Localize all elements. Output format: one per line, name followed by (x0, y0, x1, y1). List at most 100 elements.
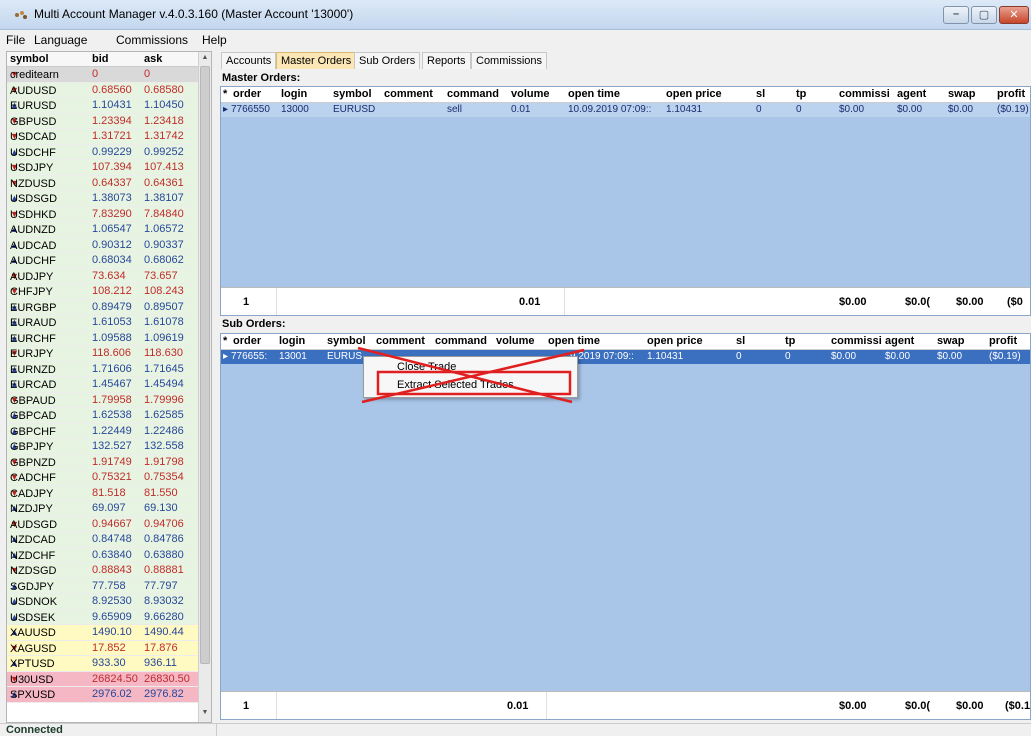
quote-row[interactable]: ▲ EURAUD 1.61053 1.61078 (7, 315, 199, 331)
quote-row[interactable]: ▼ AUDSGD 0.94667 0.94706 (7, 516, 199, 532)
quotes-header-ask[interactable]: ask (144, 53, 162, 65)
quote-ask: 77.797 (144, 579, 178, 592)
quote-row[interactable]: ▲ GBPCHF 1.22449 1.22486 (7, 423, 199, 439)
sub-col-open-time[interactable]: open time (548, 335, 600, 347)
quote-row[interactable]: ▲ EURNZD 1.71606 1.71645 (7, 361, 199, 377)
menu-help[interactable]: Help (202, 33, 227, 47)
menu-file[interactable]: File (6, 33, 25, 47)
quote-row[interactable]: ▲ AUDCHF 0.68034 0.68062 (7, 253, 199, 269)
tab-master-orders[interactable]: Master Orders (276, 52, 357, 69)
tab-commissions[interactable]: Commissions (471, 52, 548, 69)
quote-row[interactable]: ▲ EURUSD 1.10431 1.10450 (7, 98, 199, 114)
tab-sub-orders[interactable]: Sub Orders (354, 52, 421, 69)
title-bar[interactable]: Multi Account Manager v.4.0.3.160 (Maste… (0, 0, 1031, 30)
sub-col-symbol[interactable]: symbol (327, 335, 366, 347)
quote-row[interactable]: ▼ USDJPY 107.394 107.413 (7, 160, 199, 176)
master-col-command[interactable]: command (447, 88, 499, 100)
close-trade-menu-item[interactable]: Close Trade (397, 361, 456, 373)
quote-row[interactable]: ▲ SGDJPY 77.758 77.797 (7, 578, 199, 594)
quote-row[interactable]: ▼ AUDUSD 0.68560 0.68580 (7, 82, 199, 98)
sub-col-open-price[interactable]: open price (647, 335, 703, 347)
master-col-volume[interactable]: volume (511, 88, 550, 100)
extract-selected-trades-menu-item[interactable]: Extract Selected Trades (397, 379, 514, 391)
scrollbar-thumb[interactable] (200, 66, 210, 664)
minimize-button[interactable]: – (943, 6, 969, 24)
quote-row[interactable]: ▼ NZDSGD 0.88843 0.88881 (7, 563, 199, 579)
sub-col-command[interactable]: command (435, 335, 487, 347)
sub-col-tp[interactable]: tp (785, 335, 795, 347)
quote-row[interactable]: ▼ USDHKD 7.83290 7.84840 (7, 206, 199, 222)
master-col-comment[interactable]: comment (384, 88, 433, 100)
sub-col-sl[interactable]: sl (736, 335, 745, 347)
quote-symbol-label: NZDCHF (10, 549, 56, 562)
sub-col-profit[interactable]: profit (989, 335, 1017, 347)
quotes-header-bid[interactable]: bid (92, 53, 109, 65)
quote-symbol-label: EURNZD (10, 363, 56, 376)
quote-row[interactable]: ▲ EURCHF 1.09588 1.09619 (7, 330, 199, 346)
quote-row[interactable]: ▼ U30USD 26824.50 26830.50 (7, 671, 199, 687)
quote-row[interactable]: ▼ XAGUSD 17.852 17.876 (7, 640, 199, 656)
quote-row[interactable]: ▼ GBPNZD 1.91749 1.91798 (7, 454, 199, 470)
quote-ask: 1490.44 (144, 626, 184, 638)
quote-row[interactable]: ▼ USDCAD 1.31721 1.31742 (7, 129, 199, 145)
sub-col-volume[interactable]: volume (496, 335, 535, 347)
quotes-header-symbol[interactable]: symbol (10, 53, 49, 65)
sub-col-login[interactable]: login (279, 335, 305, 347)
master-order-row[interactable]: ▸ 7766550 13000 EURUSD sell 0.01 10.09.2… (221, 103, 1030, 117)
master-col-order[interactable]: order (233, 88, 261, 100)
close-button[interactable]: ✕ (999, 6, 1029, 24)
quote-row[interactable]: ▼ CADJPY 81.518 81.550 (7, 485, 199, 501)
quote-row[interactable]: ▼ CADCHF 0.75321 0.75354 (7, 470, 199, 486)
scroll-up-icon[interactable]: ▲ (199, 54, 211, 61)
quote-row[interactable]: ▲ AUDNZD 1.06547 1.06572 (7, 222, 199, 238)
master-col-swap[interactable]: swap (948, 88, 976, 100)
quote-symbol-label: U30USD (10, 673, 54, 686)
quote-row[interactable]: ▼ EURJPY 118.606 118.630 (7, 346, 199, 362)
tab-accounts[interactable]: Accounts (221, 52, 277, 69)
quote-row[interactable]: ▲ SPXUSD 2976.02 2976.82 (7, 687, 199, 703)
quote-row[interactable]: ▲ USDSGD 1.38073 1.38107 (7, 191, 199, 207)
quote-row[interactable]: ▲ GBPCAD 1.62538 1.62585 (7, 408, 199, 424)
sub-footer-profit: ($0.1 (1005, 700, 1031, 712)
quote-row[interactable]: ▼ GBPAUD 1.79958 1.79996 (7, 392, 199, 408)
quote-row[interactable]: ▲ NZDJPY 69.097 69.130 (7, 501, 199, 517)
sub-col-comment[interactable]: comment (376, 335, 425, 347)
quote-row[interactable]: ▲ USDCHF 0.99229 0.99252 (7, 144, 199, 160)
quote-row[interactable]: ▲ XPTUSD 933.30 936.11 (7, 656, 199, 672)
master-col-open-price[interactable]: open price (666, 88, 722, 100)
menu-language[interactable]: Language (34, 33, 87, 47)
menu-commissions[interactable]: Commissions (116, 33, 188, 47)
quote-row[interactable]: ▼ CHFJPY 108.212 108.243 (7, 284, 199, 300)
quote-row[interactable]: ▲ XAUUSD 1490.10 1490.44 (7, 625, 199, 641)
scroll-down-icon[interactable]: ▼ (199, 709, 211, 716)
master-col-marker: * (223, 88, 228, 100)
sub-col-swap[interactable]: swap (937, 335, 965, 347)
master-col-commission[interactable]: commissi (839, 88, 890, 100)
sub-col-order[interactable]: order (233, 335, 261, 347)
quote-row[interactable]: ▼ NZDUSD 0.64337 0.64361 (7, 175, 199, 191)
master-col-symbol[interactable]: symbol (333, 88, 372, 100)
quote-row[interactable]: ▼ creditearn 0 0 (7, 67, 199, 83)
tab-reports[interactable]: Reports (422, 52, 471, 69)
sub-order-row[interactable]: ▸ 776655: 13001 EURUS 9.2019 07:09:: 1.1… (221, 350, 1030, 364)
master-col-open-time[interactable]: open time (568, 88, 620, 100)
master-col-login[interactable]: login (281, 88, 307, 100)
sub-col-commission[interactable]: commissi (831, 335, 882, 347)
master-col-agent[interactable]: agent (897, 88, 926, 100)
quotes-scrollbar[interactable]: ▲ ▼ (198, 52, 211, 722)
quote-row[interactable]: ▲ USDNOK 8.92530 8.93032 (7, 594, 199, 610)
quote-row[interactable]: ▼ AUDJPY 73.634 73.657 (7, 268, 199, 284)
quote-row[interactable]: ▲ NZDCAD 0.84748 0.84786 (7, 532, 199, 548)
master-col-tp[interactable]: tp (796, 88, 806, 100)
sub-col-agent[interactable]: agent (885, 335, 914, 347)
maximize-button[interactable]: ▢ (971, 6, 997, 24)
master-col-profit[interactable]: profit (997, 88, 1025, 100)
quote-row[interactable]: ▲ EURGBP 0.89479 0.89507 (7, 299, 199, 315)
quote-row[interactable]: ▲ USDSEK 9.65909 9.66280 (7, 609, 199, 625)
master-col-sl[interactable]: sl (756, 88, 765, 100)
quote-row[interactable]: ▲ AUDCAD 0.90312 0.90337 (7, 237, 199, 253)
quote-row[interactable]: ▲ NZDCHF 0.63840 0.63880 (7, 547, 199, 563)
quote-row[interactable]: ▲ GBPJPY 132.527 132.558 (7, 439, 199, 455)
quote-row[interactable]: ▲ EURCAD 1.45467 1.45494 (7, 377, 199, 393)
quote-row[interactable]: ▼ GBPUSD 1.23394 1.23418 (7, 113, 199, 129)
